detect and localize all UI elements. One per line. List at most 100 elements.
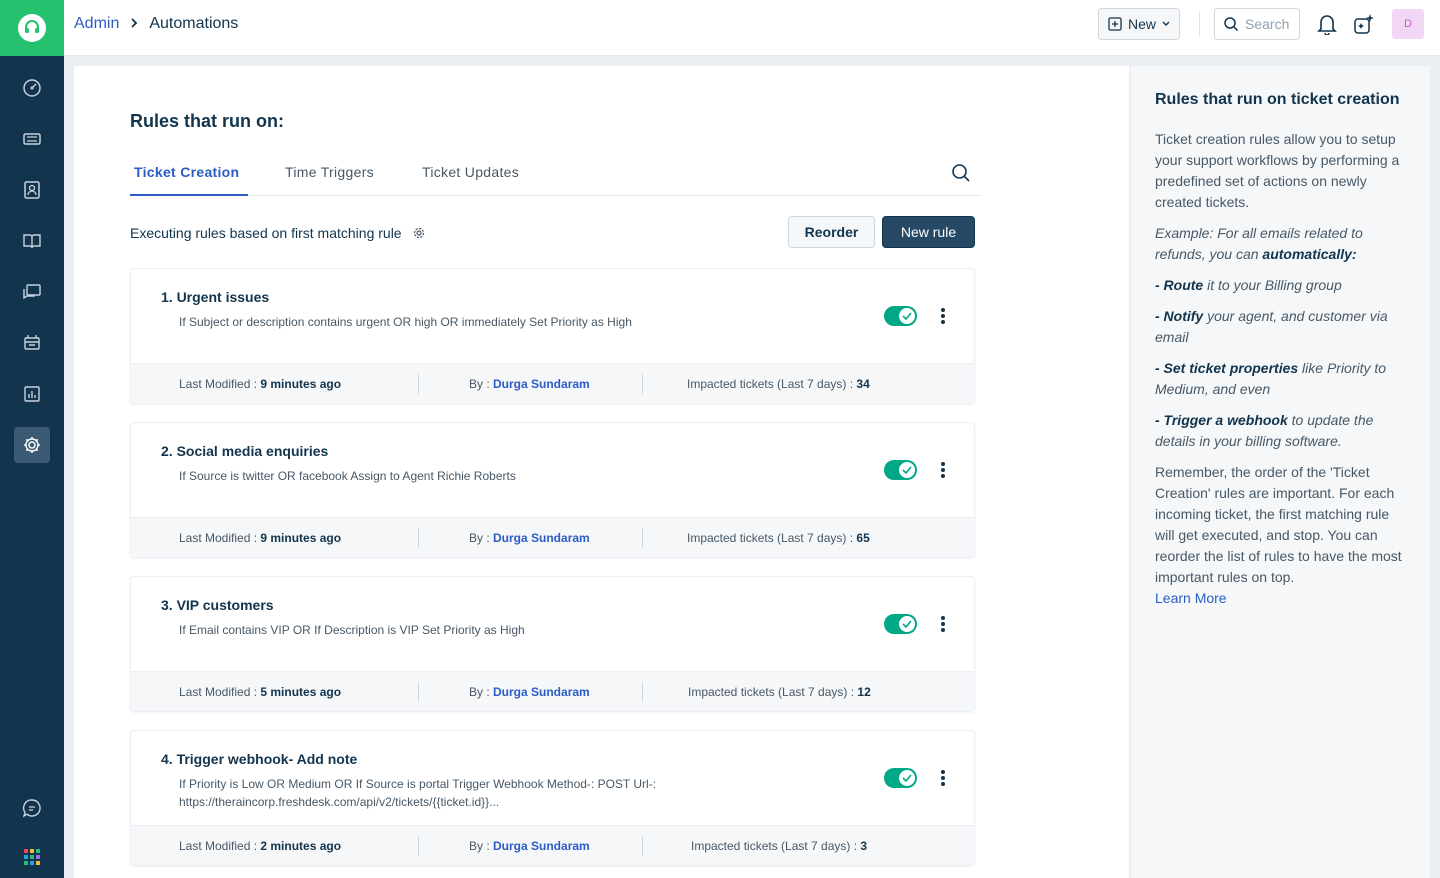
last-modified: Last Modified : 5 minutes ago xyxy=(179,685,342,699)
app-switcher-grid-icon[interactable] xyxy=(14,839,50,875)
chevron-right-icon xyxy=(129,16,139,32)
footer-divider xyxy=(642,528,643,548)
impacted-tickets: Impacted tickets (Last 7 days) : 65 xyxy=(687,531,870,545)
impacted-tickets: Impacted tickets (Last 7 days) : 34 xyxy=(687,377,870,391)
rule-title[interactable]: 1. Urgent issues xyxy=(161,289,269,305)
footer-divider xyxy=(642,682,643,702)
tickets-nav-icon[interactable] xyxy=(14,121,50,157)
reports-nav-icon[interactable] xyxy=(14,376,50,412)
impacted-tickets: Impacted tickets (Last 7 days) : 3 xyxy=(691,839,868,853)
user-avatar[interactable]: D xyxy=(1392,9,1424,39)
check-icon xyxy=(899,616,915,632)
help-panel-body: Ticket creation rules allow you to setup… xyxy=(1155,129,1411,609)
active-tab-indicator xyxy=(130,194,248,196)
footer-divider xyxy=(418,374,419,394)
rule-enabled-toggle[interactable] xyxy=(884,306,917,326)
execution-mode-label: Executing rules based on first matching … xyxy=(130,225,402,241)
footer-divider xyxy=(418,682,419,702)
rule-description: If Source is twitter OR facebook Assign … xyxy=(179,469,516,483)
modified-by: By : Durga Sundaram xyxy=(469,839,590,853)
help-side-panel: Rules that run on ticket creation Ticket… xyxy=(1131,66,1430,878)
rule-enabled-toggle[interactable] xyxy=(884,768,917,788)
help-bullet-webhook: - Trigger a webhook to update the detail… xyxy=(1155,412,1374,449)
check-icon xyxy=(899,770,915,786)
rule-card[interactable]: 2. Social media enquiries If Source is t… xyxy=(130,422,975,558)
canned-responses-nav-icon[interactable] xyxy=(14,325,50,361)
new-dropdown-button[interactable]: New xyxy=(1098,8,1180,40)
tab-time-triggers[interactable]: Time Triggers xyxy=(285,164,374,180)
admin-gear-nav-icon[interactable] xyxy=(14,427,50,463)
rule-footer: Last Modified : 9 minutes ago By : Durga… xyxy=(131,517,974,557)
breadcrumb-admin-link[interactable]: Admin xyxy=(74,15,119,33)
header-divider xyxy=(1199,12,1200,36)
footer-divider xyxy=(642,836,643,856)
new-rule-button[interactable]: New rule xyxy=(882,216,975,248)
chat-nav-icon[interactable] xyxy=(14,790,50,826)
app-logo[interactable] xyxy=(0,0,64,56)
author-link[interactable]: Durga Sundaram xyxy=(493,531,590,545)
top-header: Admin Automations New Search D xyxy=(64,0,1440,56)
last-modified: Last Modified : 9 minutes ago xyxy=(179,377,342,391)
check-icon xyxy=(899,462,915,478)
search-icon xyxy=(1224,17,1239,32)
rule-footer: Last Modified : 9 minutes ago By : Durga… xyxy=(131,363,974,403)
impacted-tickets: Impacted tickets (Last 7 days) : 12 xyxy=(688,685,871,699)
footer-divider xyxy=(418,528,419,548)
breadcrumb-current: Automations xyxy=(149,15,239,32)
dashboard-nav-icon[interactable] xyxy=(14,70,50,106)
rule-description: If Priority is Low OR Medium OR If Sourc… xyxy=(179,777,657,809)
rule-enabled-toggle[interactable] xyxy=(884,460,917,480)
rule-description: If Email contains VIP OR If Description … xyxy=(179,623,525,637)
rule-footer: Last Modified : 2 minutes ago By : Durga… xyxy=(131,825,974,865)
rule-card[interactable]: 4. Trigger webhook- Add note If Priority… xyxy=(130,730,975,866)
forums-nav-icon[interactable] xyxy=(14,274,50,310)
sidebar xyxy=(0,0,64,878)
author-link[interactable]: Durga Sundaram xyxy=(493,377,590,391)
notifications-bell-icon[interactable] xyxy=(1315,12,1339,36)
modified-by: By : Durga Sundaram xyxy=(469,685,590,699)
check-icon xyxy=(899,308,915,324)
breadcrumb: Admin Automations xyxy=(74,15,238,33)
rule-footer: Last Modified : 5 minutes ago By : Durga… xyxy=(131,671,974,711)
last-modified: Last Modified : 2 minutes ago xyxy=(179,839,342,853)
last-modified: Last Modified : 9 minutes ago xyxy=(179,531,342,545)
rule-card[interactable]: 3. VIP customers If Email contains VIP O… xyxy=(130,576,975,712)
more-options-kebab-icon[interactable] xyxy=(935,613,951,635)
new-button-label: New xyxy=(1127,16,1156,32)
help-bullet-route: - Route it to your Billing group xyxy=(1155,277,1342,293)
rule-title[interactable]: 3. VIP customers xyxy=(161,597,274,613)
modified-by: By : Durga Sundaram xyxy=(469,531,590,545)
rule-card[interactable]: 1. Urgent issues If Subject or descripti… xyxy=(130,268,975,404)
rule-title[interactable]: 4. Trigger webhook- Add note xyxy=(161,751,357,767)
chevron-down-icon xyxy=(1162,21,1170,26)
reorder-button[interactable]: Reorder xyxy=(788,216,875,248)
more-options-kebab-icon[interactable] xyxy=(935,767,951,789)
plus-square-icon xyxy=(1108,17,1122,31)
page-title: Rules that run on: xyxy=(130,111,284,131)
automations-main-panel: Rules that run on: Ticket Creation Time … xyxy=(74,66,1129,878)
footer-divider xyxy=(418,836,419,856)
rule-description: If Subject or description contains urgen… xyxy=(179,315,632,329)
help-bullet-notify: - Notify your agent, and customer via em… xyxy=(1155,308,1388,345)
search-rules-icon[interactable] xyxy=(950,162,972,184)
settings-gear-icon[interactable] xyxy=(412,226,426,240)
footer-divider xyxy=(642,374,643,394)
rule-enabled-toggle[interactable] xyxy=(884,614,917,634)
tab-ticket-creation[interactable]: Ticket Creation xyxy=(134,164,239,180)
author-link[interactable]: Durga Sundaram xyxy=(493,685,590,699)
freddy-ai-sparkle-icon[interactable] xyxy=(1352,12,1376,36)
learn-more-link[interactable]: Learn More xyxy=(1155,590,1227,606)
more-options-kebab-icon[interactable] xyxy=(935,459,951,481)
solutions-nav-icon[interactable] xyxy=(14,223,50,259)
author-link[interactable]: Durga Sundaram xyxy=(493,839,590,853)
help-panel-title: Rules that run on ticket creation xyxy=(1155,91,1400,108)
contacts-nav-icon[interactable] xyxy=(14,172,50,208)
rule-title[interactable]: 2. Social media enquiries xyxy=(161,443,328,459)
more-options-kebab-icon[interactable] xyxy=(935,305,951,327)
help-example: Example: For all emails related to refun… xyxy=(1155,225,1363,262)
rule-type-tabs: Ticket Creation Time Triggers Ticket Upd… xyxy=(130,158,980,196)
tab-ticket-updates[interactable]: Ticket Updates xyxy=(422,164,519,180)
global-search-button[interactable]: Search xyxy=(1214,8,1300,40)
headset-logo-icon xyxy=(18,14,46,42)
modified-by: By : Durga Sundaram xyxy=(469,377,590,391)
